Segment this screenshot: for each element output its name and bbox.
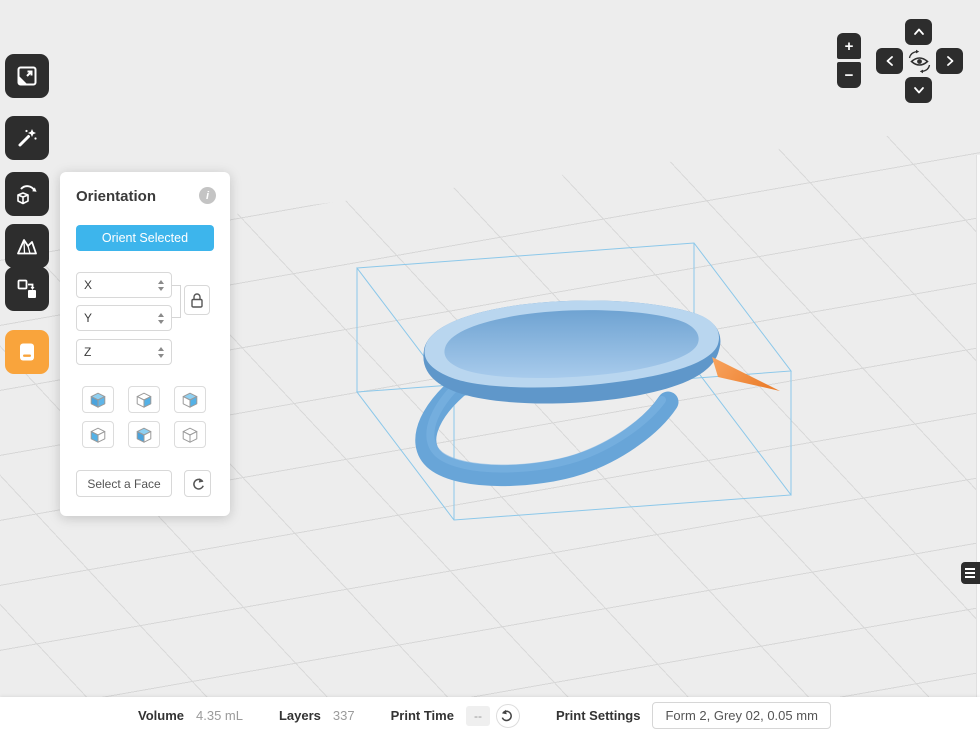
supports-icon xyxy=(15,234,39,258)
step-up-icon[interactable] xyxy=(158,313,164,317)
cartridge-icon xyxy=(15,340,39,364)
cube-orientation-icon xyxy=(135,426,153,444)
orient-selected-button[interactable]: Orient Selected xyxy=(76,225,214,251)
printer-button[interactable] xyxy=(5,330,49,374)
orient-preset-button-2[interactable] xyxy=(128,386,160,413)
list-icon xyxy=(965,568,975,570)
step-down-icon[interactable] xyxy=(158,320,164,324)
model-list-toggle[interactable] xyxy=(961,562,980,584)
orient-preset-button-4[interactable] xyxy=(82,421,114,448)
chevron-down-icon xyxy=(912,84,926,96)
rotate-view-up-button[interactable] xyxy=(905,19,932,45)
orient-preset-button-3[interactable] xyxy=(174,386,206,413)
list-icon xyxy=(965,572,975,574)
axis-x-label: X xyxy=(84,278,92,292)
status-bar: Volume 4.35 mL Layers 337 Print Time -- … xyxy=(0,697,980,734)
orbit-eye-icon xyxy=(907,49,932,74)
axis-x-stepper[interactable] xyxy=(158,280,164,291)
magic-wand-icon xyxy=(15,126,39,150)
axis-x-input[interactable]: X xyxy=(76,272,172,298)
orient-preset-button-6[interactable] xyxy=(174,421,206,448)
cube-orientation-icon xyxy=(181,426,199,444)
volume-value: 4.35 mL xyxy=(196,708,243,723)
print-settings-selector[interactable]: Form 2, Grey 02, 0.05 mm xyxy=(652,702,830,729)
layers-value: 337 xyxy=(333,708,355,723)
cube-orientation-icon xyxy=(181,391,199,409)
collapsed-panel-edge xyxy=(976,155,980,701)
chevron-right-icon xyxy=(944,54,956,68)
lock-bracket xyxy=(172,285,181,318)
rotate-view-left-button[interactable] xyxy=(876,48,903,74)
volume-group: Volume 4.35 mL xyxy=(138,708,243,723)
refresh-print-time-button[interactable] xyxy=(496,704,520,728)
zoom-in-button[interactable]: + xyxy=(837,33,861,59)
select-face-button[interactable]: Select a Face xyxy=(76,470,172,497)
supports-tool-button[interactable] xyxy=(5,224,49,268)
layout-tool-button[interactable] xyxy=(5,267,49,311)
refresh-icon xyxy=(501,709,514,722)
panel-title: Orientation xyxy=(76,188,156,205)
volume-label: Volume xyxy=(138,708,184,723)
orientation-tool-button[interactable] xyxy=(5,172,49,216)
print-settings-group: Print Settings Form 2, Grey 02, 0.05 mm xyxy=(556,702,831,729)
layers-group: Layers 337 xyxy=(279,708,355,723)
reset-orientation-button[interactable] xyxy=(184,470,211,497)
print-time-label: Print Time xyxy=(391,708,454,723)
orient-preset-button-1[interactable] xyxy=(82,386,114,413)
info-icon[interactable]: i xyxy=(199,187,216,204)
axis-lock-button[interactable] xyxy=(184,285,210,315)
step-down-icon[interactable] xyxy=(158,287,164,291)
axis-y-label: Y xyxy=(84,311,92,325)
lock-icon xyxy=(190,292,204,309)
cube-orientation-icon xyxy=(135,391,153,409)
chevron-up-icon xyxy=(912,26,926,38)
axis-z-label: Z xyxy=(84,345,91,359)
print-settings-label: Print Settings xyxy=(556,708,641,723)
cube-orientation-icon xyxy=(89,391,107,409)
orient-preset-button-5[interactable] xyxy=(128,421,160,448)
slicer-app: Orientation i Orient Selected X Y Z xyxy=(0,0,980,734)
axis-z-input[interactable]: Z xyxy=(76,339,172,365)
rotate-view-right-button[interactable] xyxy=(936,48,963,74)
layout-icon xyxy=(15,277,39,301)
model-3d[interactable] xyxy=(423,301,780,476)
scale-icon xyxy=(15,64,39,88)
step-up-icon[interactable] xyxy=(158,280,164,284)
axis-y-stepper[interactable] xyxy=(158,313,164,324)
orientation-cone xyxy=(712,357,780,391)
step-up-icon[interactable] xyxy=(158,347,164,351)
axis-z-stepper[interactable] xyxy=(158,347,164,358)
size-tool-button[interactable] xyxy=(5,54,49,98)
layers-label: Layers xyxy=(279,708,321,723)
orientation-panel: Orientation i Orient Selected X Y Z xyxy=(60,172,230,516)
orient-icon xyxy=(15,182,39,206)
print-time-value: -- xyxy=(466,706,490,726)
zoom-out-button[interactable]: − xyxy=(837,62,861,88)
reset-icon xyxy=(191,477,205,491)
step-down-icon[interactable] xyxy=(158,354,164,358)
print-time-group: Print Time -- xyxy=(391,704,520,728)
rotate-view-down-button[interactable] xyxy=(905,77,932,103)
chevron-left-icon xyxy=(884,54,896,68)
one-click-print-button[interactable] xyxy=(5,116,49,160)
axis-y-input[interactable]: Y xyxy=(76,305,172,331)
cube-orientation-icon xyxy=(89,426,107,444)
list-icon xyxy=(965,576,975,578)
orbit-view-button[interactable] xyxy=(906,47,933,75)
